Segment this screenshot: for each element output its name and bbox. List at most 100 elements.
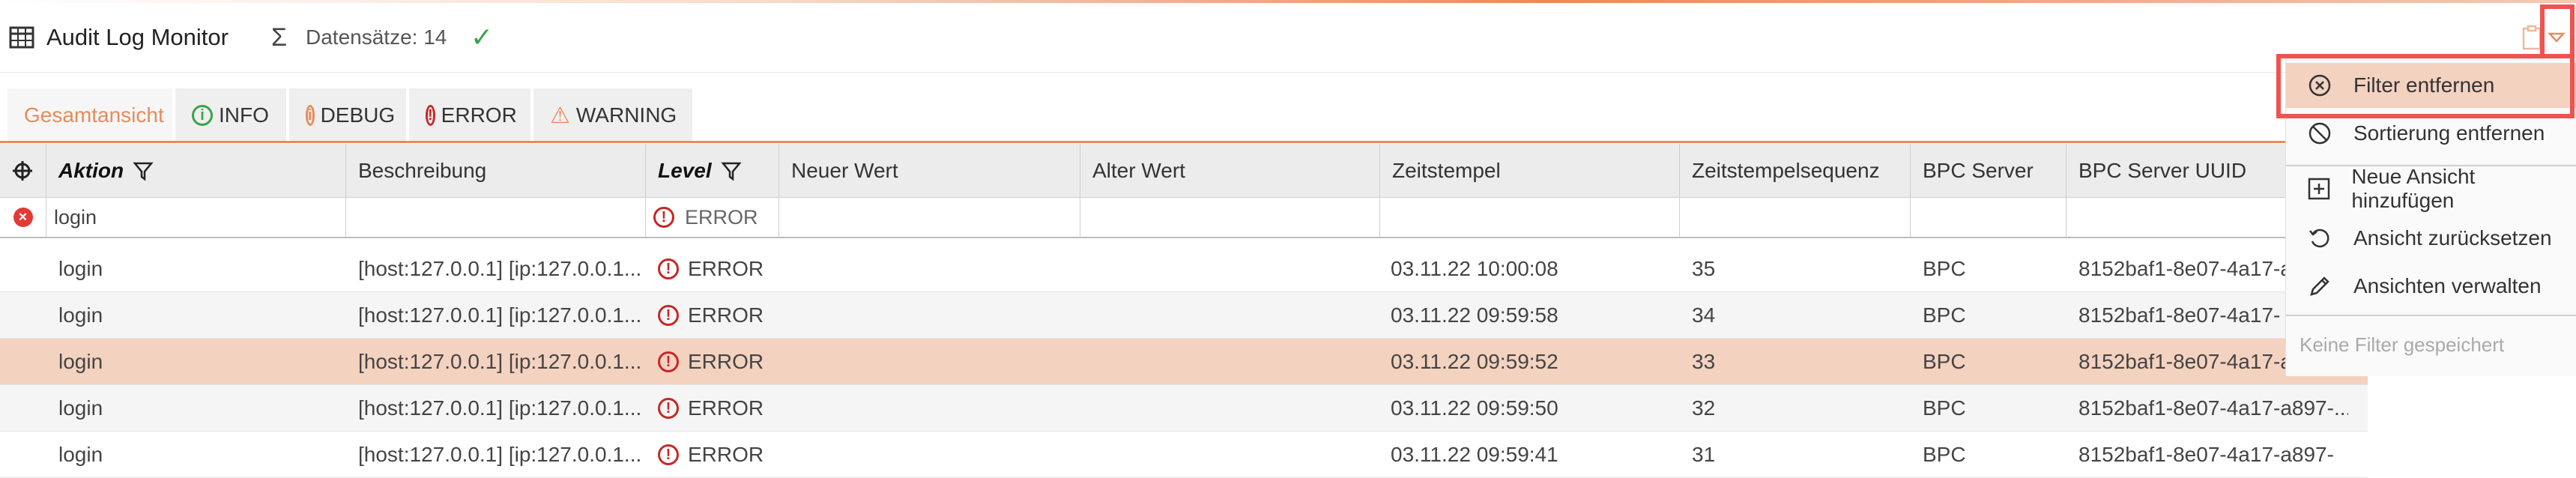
cell-beschreibung: [host:127.0.0.1] [ip:127.0.0.1... [358,350,642,373]
column-header-beschreibung[interactable]: Beschreibung [346,144,646,198]
error-circle-icon: ! [658,444,679,465]
pencil-icon [2286,274,2353,298]
level-text: ERROR [688,350,764,373]
cell-zeitstempel: 03.11.22 10:00:08 [1391,257,1558,280]
table-row[interactable]: login [host:127.0.0.1] [ip:127.0.0.1... … [0,292,2368,339]
column-label: Beschreibung [358,158,487,182]
menu-item-ansicht-zuruecksetzen[interactable]: Ansicht zurücksetzen [2286,216,2576,261]
cell-sequenz: 32 [1692,396,1716,420]
error-circle-icon: ! [658,258,679,279]
cell-level: ! ERROR [658,432,764,478]
menu-item-label: Sortierung entfernen [2353,121,2545,145]
cell-aktion: login [58,303,103,327]
tab-info[interactable]: i INFO [175,88,286,142]
menu-item-ansichten-verwalten[interactable]: Ansichten verwalten [2286,264,2576,309]
column-label: Neuer Wert [791,158,898,182]
cell-bpc-server: BPC [1923,303,1966,327]
app-title: Audit Log Monitor [46,24,229,50]
cell-sequenz: 31 [1692,443,1716,466]
column-header-bpc-server[interactable]: BPC Server [1911,144,2066,198]
cell-bpc-server: BPC [1923,350,1966,373]
filter-input-bpc-server[interactable] [1911,198,2066,238]
tab-underline [0,141,2360,143]
reset-icon [2286,226,2353,250]
column-header-zeitstempelsequenz[interactable]: Zeitstempelsequenz [1680,144,1911,198]
check-icon: ✓ [471,22,494,52]
cell-sequenz: 33 [1692,350,1716,373]
filter-icon[interactable] [720,160,742,181]
filter-input-zeitstempelsequenz[interactable] [1680,198,1911,238]
cell-beschreibung: [host:127.0.0.1] [ip:127.0.0.1... [358,443,642,466]
column-header-neuer-wert[interactable]: Neuer Wert [779,144,1080,198]
cell-bpc-server: BPC [1923,443,1966,466]
cell-bpc-server-uuid: 8152baf1-8e07-4a17- [2078,303,2281,327]
cell-aktion: login [58,396,103,420]
tab-error[interactable]: ! ERROR [409,88,530,142]
warning-triangle-icon: ⚠ [550,103,570,128]
error-circle-icon: ! [658,305,679,326]
column-label: BPC Server UUID [2078,158,2247,182]
filter-input-zeitstempel[interactable] [1380,198,1680,238]
column-label: Aktion [58,158,124,182]
sigma-icon: Σ [271,22,288,52]
column-label: Level [658,158,712,182]
audit-log-table: Aktion Beschreibung Level Neuer Wert Alt… [0,144,2368,478]
cell-aktion: login [58,443,103,466]
cell-level: ! ERROR [658,339,764,385]
table-row-selected[interactable]: login [host:127.0.0.1] [ip:127.0.0.1... … [0,339,2368,385]
tab-label: INFO [219,103,269,127]
error-circle-icon: ! [658,351,679,372]
error-circle-icon: ! [426,105,435,126]
cell-level: ! ERROR [658,292,764,339]
cell-beschreibung: [host:127.0.0.1] [ip:127.0.0.1... [358,257,642,280]
table-row[interactable]: login [host:127.0.0.1] [ip:127.0.0.1... … [0,246,2368,292]
filter-level-value: ERROR [685,205,758,229]
info-circle-icon: i [192,105,213,126]
column-header-aktion[interactable]: Aktion [46,144,346,198]
table-row[interactable]: login [host:127.0.0.1] [ip:127.0.0.1... … [0,385,2368,432]
tab-gesamtansicht[interactable]: Gesamtansicht [7,88,172,142]
error-circle-icon: ! [653,207,674,228]
menu-item-label: Ansicht zurücksetzen [2353,226,2552,249]
level-text: ERROR [688,396,764,420]
cell-bpc-server-uuid: 8152baf1-8e07-4a17-a897- [2078,443,2334,466]
filter-input-alter-wert[interactable] [1080,198,1380,238]
table-icon [9,3,34,72]
cell-bpc-server: BPC [1923,396,1966,420]
tab-label: ERROR [441,103,517,127]
cell-aktion: login [58,350,103,373]
column-header-level[interactable]: Level [646,144,779,198]
menu-item-neue-ansicht[interactable]: Neue Ansicht hinzufügen [2286,165,2576,212]
tab-label: DEBUG [320,103,396,127]
cell-bpc-server-uuid: 8152baf1-8e07-4a17-a897-... [2078,396,2348,420]
level-text: ERROR [688,257,764,280]
menu-item-label: Ansichten verwalten [2353,274,2542,297]
table-row[interactable]: login [host:127.0.0.1] [ip:127.0.0.1... … [0,432,2368,478]
tab-debug[interactable]: i DEBUG [289,88,406,142]
filter-icon[interactable] [133,160,154,181]
cell-beschreibung: [host:127.0.0.1] [ip:127.0.0.1... [358,303,642,327]
tab-warning[interactable]: ⚠ WARNING [533,88,692,142]
cell-level: ! ERROR [658,385,764,432]
filter-input-neuer-wert[interactable] [779,198,1080,238]
clear-filters-icon[interactable]: × [0,198,46,238]
cell-beschreibung: [host:127.0.0.1] [ip:127.0.0.1... [358,396,642,420]
tab-label: WARNING [575,103,677,127]
column-header-zeitstempel[interactable]: Zeitstempel [1380,144,1680,198]
plus-square-icon [2286,178,2351,200]
menu-item-label: Neue Ansicht hinzufügen [2351,165,2476,212]
tab-label: Gesamtansicht [24,103,164,127]
column-label: Zeitstempel [1392,158,1501,182]
filter-select-level[interactable]: ! ERROR [646,198,779,238]
filter-input-beschreibung[interactable] [346,198,646,238]
no-sort-icon [2286,121,2353,145]
menu-divider [2286,315,2576,316]
highlight-filter-entfernen [2276,54,2575,118]
level-text: ERROR [688,303,764,327]
filter-input-aktion[interactable]: login [46,198,346,238]
column-chooser-icon[interactable] [0,144,46,198]
info-circle-icon: i [306,105,315,126]
column-header-alter-wert[interactable]: Alter Wert [1080,144,1380,198]
column-label: Zeitstempelsequenz [1692,158,1880,182]
level-text: ERROR [688,443,764,466]
